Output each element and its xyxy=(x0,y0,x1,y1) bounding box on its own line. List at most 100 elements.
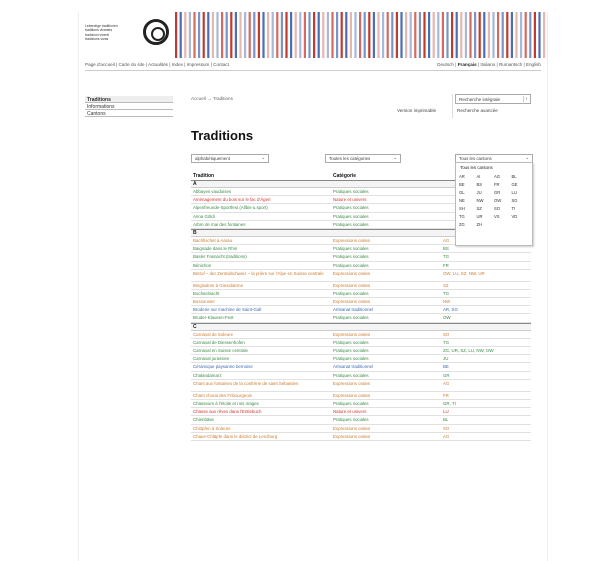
tradition-link[interactable]: Chasseurs à l'étoile et rois mages xyxy=(193,400,331,408)
header-stripe xyxy=(326,12,329,58)
tradition-link[interactable]: Chienbäse xyxy=(193,416,331,424)
header-stripe xyxy=(317,12,320,58)
table-row: Chasseurs à l'étoile et rois mages Pratiq… xyxy=(191,400,531,409)
sidebar-item-cantons[interactable]: Cantons xyxy=(85,110,173,117)
canton-option[interactable]: GL xyxy=(459,190,477,195)
header-stripe xyxy=(478,12,481,58)
canton-option[interactable]: SG xyxy=(512,198,530,203)
header-stripe xyxy=(290,12,293,58)
tradition-link[interactable]: Chasse aux rêves dans l'Entlebuch xyxy=(193,408,331,416)
canton-option[interactable]: VD xyxy=(512,214,530,219)
tradition-link[interactable]: Bochselnacht xyxy=(193,290,331,298)
header-stripe xyxy=(322,12,325,58)
canton-option[interactable]: SO xyxy=(494,206,512,211)
canton-option[interactable]: NE xyxy=(459,198,477,203)
canton-option[interactable]: SZ xyxy=(477,206,495,211)
tradition-link[interactable]: Anna Göldi xyxy=(193,213,331,221)
canton-option[interactable]: NW xyxy=(477,198,495,203)
canton-option[interactable]: GE xyxy=(512,182,530,187)
header-stripe xyxy=(349,12,352,58)
tradition-link[interactable]: Céramique paysanne bernoise xyxy=(193,363,331,371)
tradition-link[interactable]: Carnaval de Soleure xyxy=(193,331,331,339)
tradition-link[interactable]: Abbayes vaudoises xyxy=(193,188,331,196)
language-list[interactable]: Deutsch | xyxy=(437,62,458,67)
canton-option[interactable]: LU xyxy=(512,190,530,195)
canton-option-all[interactable]: Tous les cantons xyxy=(456,163,532,172)
canton-option[interactable]: TG xyxy=(459,214,477,219)
logo-line: tradiziuns vivas xyxy=(85,37,109,42)
canton-option[interactable]: BL xyxy=(512,174,530,179)
tradition-link[interactable]: Alpenfreunde-Sportfest (Allbis-u.sport) xyxy=(193,204,331,212)
canton-option[interactable]: BS xyxy=(477,182,495,187)
header-stripe xyxy=(216,12,219,58)
search-icon[interactable]: › xyxy=(523,96,529,102)
header-stripe xyxy=(520,12,523,58)
tradition-link[interactable]: Arbre de mai des fontaines xyxy=(193,221,331,229)
tradition-link[interactable]: Chaus-Chläpfe dans le district de Lenzbu… xyxy=(193,433,331,441)
tradition-link[interactable]: Chant aux fontaines de la confrérie de s… xyxy=(193,381,331,386)
tradition-link[interactable]: Chant choral des Fribourgeois xyxy=(193,392,331,400)
header-stripe xyxy=(340,12,343,58)
tradition-link[interactable]: Carnaval jurassien xyxy=(193,355,331,363)
language-switcher[interactable]: Deutsch | Français | Italiano | Rumantsc… xyxy=(437,62,541,67)
tradition-link[interactable]: Bossonnier xyxy=(193,298,331,306)
canton-option[interactable]: OW xyxy=(494,198,512,203)
canton-label: FR xyxy=(443,392,449,398)
tradition-link[interactable]: Aménagement du bois sur le lac d'Ägeri xyxy=(193,196,331,204)
tradition-link[interactable]: Chalandamarz xyxy=(193,372,331,380)
column-header-tradition[interactable]: Tradition xyxy=(193,173,331,179)
tradition-link[interactable]: Carnaval en Suisse centrale xyxy=(193,347,331,355)
tradition-link[interactable]: Bingisalme à Giessbärme xyxy=(193,282,331,290)
canton-option[interactable]: BE xyxy=(459,182,477,187)
canton-label: LU xyxy=(443,409,449,415)
tradition-link[interactable]: Betruf – der Zentralschweiz – la prière … xyxy=(193,271,331,276)
column-header-category[interactable]: Catégorie xyxy=(333,173,463,179)
header-stripe xyxy=(257,12,260,58)
breadcrumb[interactable]: Accueil → Traditions xyxy=(191,96,233,101)
canton-option[interactable]: FR xyxy=(494,182,512,187)
tradition-link[interactable]: Baignade dans le Rhin xyxy=(193,245,331,253)
canton-option[interactable]: VS xyxy=(494,214,512,219)
advanced-search-link[interactable]: Recherche avancée xyxy=(457,108,498,113)
canton-option[interactable]: ZG xyxy=(459,222,477,227)
logo-icon[interactable] xyxy=(143,19,169,45)
language-active[interactable]: Français xyxy=(458,62,477,67)
sidebar-item-traditions[interactable]: Traditions xyxy=(85,96,173,103)
canton-option[interactable]: AG xyxy=(494,174,512,179)
canton-options: AR AI AG BL BE BS FR GE GL JU GR LU NE NW OW SG SH SZ SO TI… xyxy=(456,172,532,229)
canton-option[interactable]: GR xyxy=(494,190,512,195)
tradition-link[interactable]: Carnaval de Diessenhofen xyxy=(193,339,331,347)
tradition-link[interactable]: Bénichon xyxy=(193,262,331,270)
tradition-link[interactable]: Bachfischet à Aarau xyxy=(193,237,331,245)
canton-dropdown[interactable]: Tous les cantons AR AI AG BL BE BS FR GE GL JU GR L… xyxy=(455,162,533,246)
tradition-link[interactable]: Broderie sur machine de Saint-Gall xyxy=(193,306,331,314)
canton-option[interactable]: AI xyxy=(477,174,495,179)
header-stripe xyxy=(207,12,210,58)
tradition-link[interactable]: Basler Fasnacht (traditions) xyxy=(193,253,331,261)
canton-option[interactable]: ZH xyxy=(477,222,495,227)
canton-label: SO xyxy=(443,331,450,337)
sort-select[interactable]: alphabétiquement ⌄ xyxy=(191,154,269,163)
logo-text[interactable]: Lebendige traditionen traditions vivante… xyxy=(85,24,143,42)
header-stripe xyxy=(239,12,242,58)
canton-option[interactable]: JU xyxy=(477,190,495,195)
header-stripe xyxy=(299,12,302,58)
search-input[interactable]: Recherche intégrale › xyxy=(455,94,531,104)
language-list-rest[interactable]: | Italiano | Rumantsch | English xyxy=(477,62,541,67)
canton-label: TG xyxy=(443,254,450,260)
category-label: Pratiques sociales xyxy=(333,189,369,194)
sidebar-item-informations[interactable]: Informations xyxy=(85,103,173,110)
header-stripe xyxy=(441,12,444,58)
table-row: Chasse aux rêves dans l'Entlebuch Nature … xyxy=(191,408,531,417)
tradition-link[interactable]: Bruder-Klausen-Fest xyxy=(193,314,331,322)
canton-option[interactable]: SH xyxy=(459,206,477,211)
category-select[interactable]: Toutes les catégories ⌄ xyxy=(325,154,401,163)
canton-option[interactable]: TI xyxy=(512,206,530,211)
print-version-link[interactable]: Version imprimable xyxy=(397,108,436,113)
canton-option[interactable]: AR xyxy=(459,174,477,179)
header-stripe xyxy=(395,12,398,58)
header-stripe xyxy=(515,12,518,58)
tradition-link[interactable]: Chlöpfen à Soleure xyxy=(193,425,331,433)
top-navigation[interactable]: Page d'accueil | Carte du site | Actuali… xyxy=(85,62,229,67)
canton-option[interactable]: UR xyxy=(477,214,495,219)
